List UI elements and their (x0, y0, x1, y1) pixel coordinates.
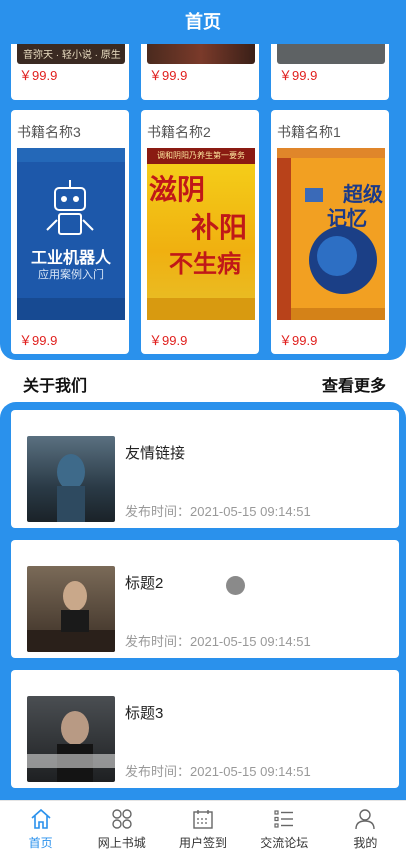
cover-subtitle: 应用案例入门 (38, 269, 104, 281)
cover-title: 滋阴 (149, 173, 206, 206)
tab-label: 首页 (28, 836, 53, 850)
book-title: 书籍名称1 (277, 124, 341, 140)
robot-cover-art (17, 148, 125, 320)
news-thumbnail (27, 436, 115, 522)
news-title: 友情链接 (125, 445, 186, 462)
book-cover (277, 44, 385, 64)
book-price: ￥99.9 (149, 333, 188, 348)
grid-icon (112, 809, 132, 829)
tab-label: 用户签到 (179, 836, 228, 850)
book-card[interactable]: 书籍名称3 工业机器人 应用案例入门 ￥99.9 (11, 110, 129, 354)
cover-top-text: 调和阴阳乃养生第一要务 (147, 148, 255, 164)
page-title: 首页 (185, 12, 221, 32)
news-time: 发布时间：2021-05-15 09:14:51 (125, 504, 311, 519)
section-title: 关于我们 (23, 378, 88, 395)
news-title: 标题3 (125, 705, 164, 722)
book-cover: 音弥天 · 轻小说 · 原生 (17, 44, 125, 64)
book-price: ￥99.9 (149, 68, 188, 83)
news-panel: 友情链接 发布时间：2021-05-15 09:14:51 标题2 发布时间：2… (0, 402, 406, 800)
book-card[interactable]: ￥99.9 (271, 44, 389, 100)
book-card[interactable]: 书籍名称2 调和阴阳乃养生第一要务 滋阴 补阳 不生病 ￥99.9 (141, 110, 259, 354)
list-icon (274, 810, 294, 828)
list-item[interactable]: 友情链接 发布时间：2021-05-15 09:14:51 (11, 410, 399, 528)
calendar-icon (193, 810, 213, 829)
news-title: 标题2 (125, 575, 164, 592)
page-header: 首页 (0, 0, 406, 44)
books-panel: 音弥天 · 轻小说 · 原生 ￥99.9 ￥99.9 ￥99.9 书籍名称3 工… (0, 44, 406, 360)
book-cover: 工业机器人 应用案例入门 (17, 148, 125, 320)
book-card[interactable]: 音弥天 · 轻小说 · 原生 ￥99.9 (11, 44, 129, 100)
news-thumbnail (27, 566, 115, 652)
book-card[interactable]: ￥99.9 (141, 44, 259, 100)
book-title: 书籍名称3 (17, 124, 81, 140)
book-price: ￥99.9 (279, 333, 318, 348)
cover-text: 音弥天 · 轻小说 · 原生 (23, 50, 121, 61)
scroll-indicator[interactable] (226, 576, 245, 595)
tab-profile[interactable]: 我的 (325, 801, 406, 856)
book-price: ￥99.9 (19, 333, 58, 348)
book-price: ￥99.9 (19, 68, 58, 83)
tab-checkin[interactable]: 用户签到 (162, 801, 243, 856)
news-time: 发布时间：2021-05-15 09:14:51 (125, 634, 311, 649)
cover-title: 工业机器人 (30, 250, 111, 267)
app-root: 首页 音弥天 · 轻小说 · 原生 ￥99.9 ￥99.9 ￥99.9 书籍名称… (0, 0, 406, 856)
book-cover: 调和阴阳乃养生第一要务 滋阴 补阳 不生病 (147, 148, 255, 320)
book-price: ￥99.9 (279, 68, 318, 83)
tab-bookstore[interactable]: 网上书城 (81, 801, 162, 856)
tab-forum[interactable]: 交流论坛 (244, 801, 325, 856)
cover-title: 补阳 (191, 211, 248, 244)
cover-title: 不生病 (169, 249, 241, 278)
news-thumbnail (27, 696, 115, 782)
book-card[interactable]: 书籍名称1 超级 记忆术 ￥99.9 (271, 110, 389, 354)
tab-label: 我的 (353, 836, 378, 850)
news-time: 发布时间：2021-05-15 09:14:51 (125, 764, 311, 779)
home-icon (31, 808, 51, 829)
view-more-link[interactable]: 查看更多 (322, 372, 386, 396)
list-item[interactable]: 标题3 发布时间：2021-05-15 09:14:51 (11, 670, 399, 788)
user-icon (355, 809, 376, 830)
about-section-header: 关于我们 查看更多 (0, 360, 406, 402)
list-item[interactable]: 标题2 发布时间：2021-05-15 09:14:51 (11, 540, 399, 658)
tab-label: 网上书城 (97, 836, 146, 850)
tab-home[interactable]: 首页 (0, 801, 81, 856)
book-cover: 超级 记忆术 (277, 148, 385, 320)
bottom-tab-bar: 首页 网上书城 用户签到 交流论坛 我的 (0, 800, 406, 856)
brain-cover-art (291, 188, 385, 320)
book-cover (147, 44, 255, 64)
book-title: 书籍名称2 (147, 124, 211, 140)
tab-label: 交流论坛 (260, 836, 309, 850)
